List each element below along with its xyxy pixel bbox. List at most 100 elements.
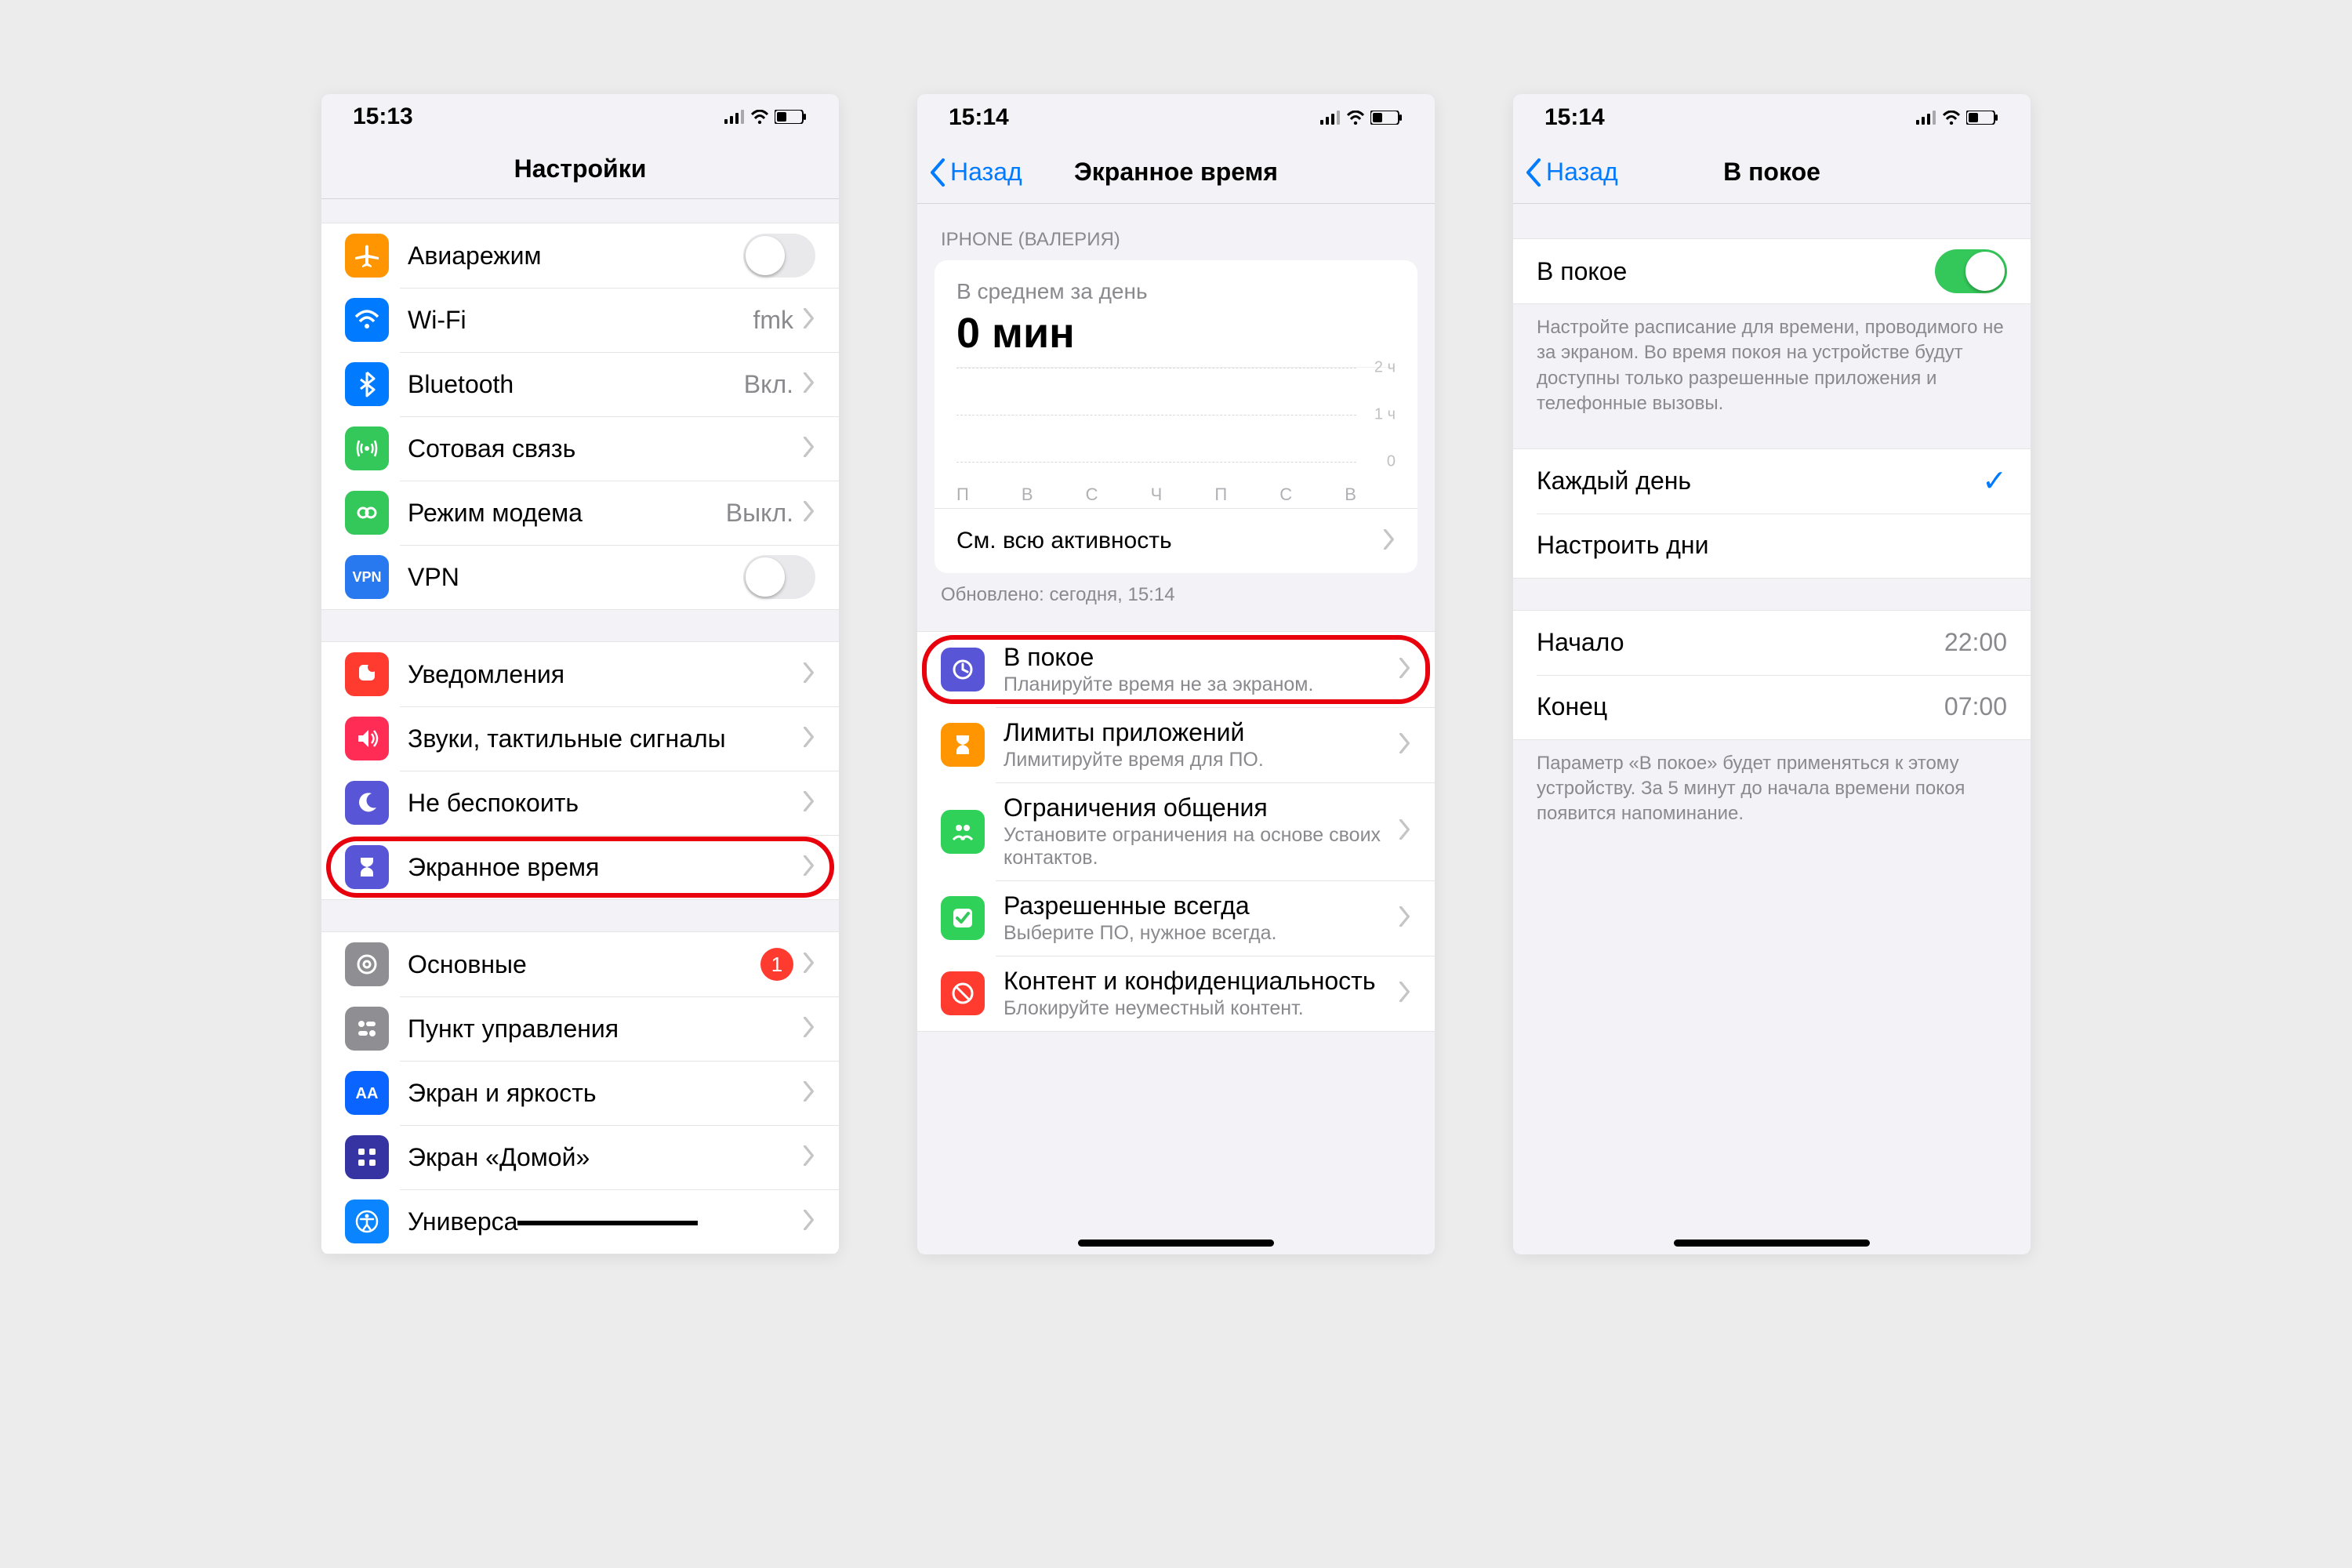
row-label: Пункт управления — [408, 1014, 803, 1044]
chevron-right-icon — [803, 501, 815, 525]
status-bar: 15:14 — [917, 94, 1435, 141]
status-bar: 15:13 — [321, 94, 839, 139]
vpn-toggle[interactable] — [743, 555, 815, 599]
row-display[interactable]: AA Экран и яркость — [321, 1061, 839, 1125]
row-screentime[interactable]: Экранное время — [321, 835, 839, 899]
bluetooth-icon — [345, 362, 389, 406]
row-airplane[interactable]: Авиарежим — [321, 223, 839, 288]
status-time: 15:13 — [353, 103, 413, 130]
signal-icon — [1320, 104, 1341, 131]
control-center-icon — [345, 1007, 389, 1051]
hotspot-icon — [345, 491, 389, 535]
update-badge: 1 — [760, 948, 793, 981]
row-label: Сотовая связь — [408, 434, 803, 463]
status-icons — [1320, 104, 1403, 131]
home-screen-icon — [345, 1135, 389, 1179]
row-label: VPN — [408, 563, 743, 592]
row-always-allowed[interactable]: Разрешенные всегдаВыберите ПО, нужное вс… — [917, 880, 1435, 956]
group-downtime-switch: В покое — [1513, 238, 2031, 304]
chevron-right-icon — [803, 855, 815, 880]
downtime-icon — [941, 648, 985, 691]
row-every-day[interactable]: Каждый день ✓ — [1513, 449, 2031, 514]
phone-screentime: 15:14 Назад Экранное время IPHONE (ВАЛЕР… — [917, 94, 1435, 1254]
chart-x-labels: ПВСЧПСВ — [956, 485, 1356, 505]
group-screentime-options: В покоеПланируйте время не за экраном. Л… — [917, 631, 1435, 1032]
device-header: IPHONE (ВАЛЕРИЯ) — [917, 229, 1435, 260]
row-label: Экранное время — [408, 853, 803, 882]
cellular-icon — [345, 426, 389, 470]
navbar: Настройки — [321, 139, 839, 199]
row-control-center[interactable]: Пункт управления — [321, 996, 839, 1061]
row-sounds[interactable]: Звуки, тактильные сигналы — [321, 706, 839, 771]
chevron-right-icon — [803, 1017, 815, 1041]
group-schedule-mode: Каждый день ✓ Настроить дни — [1513, 448, 2031, 579]
chevron-right-icon — [1399, 819, 1411, 844]
chevron-right-icon — [803, 308, 815, 332]
back-button[interactable]: Назад — [927, 158, 1022, 187]
row-start-time[interactable]: Начало 22:00 — [1513, 611, 2031, 675]
back-button[interactable]: Назад — [1523, 158, 1618, 187]
chevron-right-icon — [803, 791, 815, 815]
checkmark-icon — [941, 896, 985, 940]
navbar: Назад В покое — [1513, 141, 2031, 204]
row-label: Bluetooth — [408, 370, 744, 399]
wifi-icon — [1943, 104, 1960, 131]
home-indicator[interactable] — [1078, 1240, 1274, 1247]
group-time-range: Начало 22:00 Конец 07:00 — [1513, 610, 2031, 740]
row-label: Режим модема — [408, 499, 726, 528]
gear-icon — [345, 942, 389, 986]
row-value: Выкл. — [726, 499, 793, 528]
chevron-right-icon — [803, 1081, 815, 1105]
row-dnd[interactable]: Не беспокоить — [321, 771, 839, 835]
chevron-right-icon — [1399, 658, 1411, 682]
page-title: В покое — [1723, 158, 1820, 187]
airplane-toggle[interactable] — [743, 234, 815, 278]
chevron-right-icon — [1399, 982, 1411, 1006]
chevron-right-icon — [1399, 906, 1411, 931]
signal-icon — [724, 103, 745, 130]
row-label: Не беспокоить — [408, 789, 803, 818]
row-communication[interactable]: Ограничения общенияУстановите ограничени… — [917, 782, 1435, 880]
airplane-icon — [345, 234, 389, 278]
row-home[interactable]: Экран «Домой» — [321, 1125, 839, 1189]
signal-icon — [1916, 104, 1936, 131]
wifi-icon — [1347, 104, 1364, 131]
chevron-right-icon — [1383, 529, 1396, 554]
page-title: Экранное время — [1074, 158, 1278, 187]
row-label: Уведомления — [408, 660, 803, 689]
row-vpn[interactable]: VPN VPN — [321, 545, 839, 609]
status-time: 15:14 — [1544, 104, 1605, 131]
row-customize-days[interactable]: Настроить дни — [1513, 514, 2031, 578]
see-all-activity[interactable]: См. всю активность — [935, 508, 1417, 573]
page-title: Настройки — [514, 154, 647, 183]
row-cellular[interactable]: Сотовая связь — [321, 416, 839, 481]
row-notifications[interactable]: Уведомления — [321, 642, 839, 706]
row-downtime-switch[interactable]: В покое — [1513, 239, 2031, 303]
downtime-toggle[interactable] — [1935, 249, 2007, 293]
status-icons — [1916, 104, 1999, 131]
row-label: Звуки, тактильные сигналы — [408, 724, 803, 753]
row-wifi[interactable]: Wi-Fi fmk — [321, 288, 839, 352]
row-hotspot[interactable]: Режим модема Выкл. — [321, 481, 839, 545]
downtime-description: Настройте расписание для времени, провод… — [1513, 304, 2031, 417]
row-accessibility[interactable]: Универса — [321, 1189, 839, 1254]
downtime-reminder-note: Параметр «В покое» будет применяться к э… — [1513, 740, 2031, 827]
status-bar: 15:14 — [1513, 94, 2031, 141]
home-indicator[interactable] — [1674, 1240, 1870, 1247]
row-app-limits[interactable]: Лимиты приложенийЛимитируйте время для П… — [917, 707, 1435, 782]
row-label: Универса — [408, 1207, 803, 1236]
status-icons — [724, 103, 808, 130]
usage-chart: 2 ч 1 ч 0 ПВСЧПСВ — [956, 367, 1396, 508]
hourglass-icon — [345, 845, 389, 889]
row-bluetooth[interactable]: Bluetooth Вкл. — [321, 352, 839, 416]
row-label: Экран «Домой» — [408, 1143, 803, 1172]
battery-icon — [1966, 104, 1999, 131]
row-general[interactable]: Основные 1 — [321, 932, 839, 996]
display-icon: AA — [345, 1071, 389, 1115]
row-label: Wi-Fi — [408, 306, 753, 335]
hourglass-icon — [941, 723, 985, 767]
chevron-right-icon — [803, 953, 815, 977]
row-downtime[interactable]: В покоеПланируйте время не за экраном. — [917, 632, 1435, 707]
row-end-time[interactable]: Конец 07:00 — [1513, 675, 2031, 739]
row-content-privacy[interactable]: Контент и конфиденциальностьБлокируйте н… — [917, 956, 1435, 1031]
